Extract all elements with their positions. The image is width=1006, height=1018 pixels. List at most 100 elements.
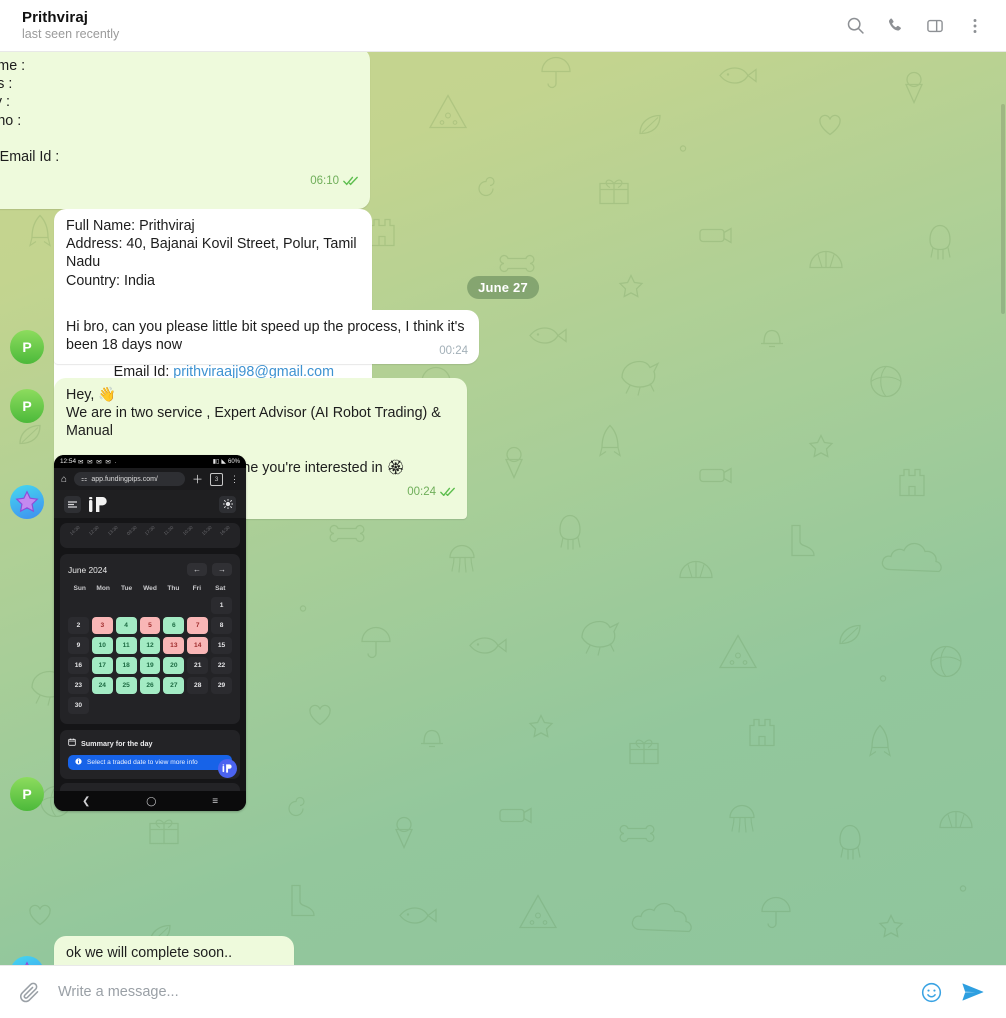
message-bubble[interactable]: ok we will complete soon.. 00:25 [54,936,294,965]
new-tab-icon[interactable]: ＋ [192,471,203,487]
home-icon[interactable]: ⌂ [61,474,67,485]
message-line: Full Name: Prithviraj [66,218,195,234]
calendar-day-cell[interactable]: 2 [68,617,89,634]
calendar-day-cell[interactable]: 23 [68,677,89,694]
sidebar-panel-icon[interactable] [924,15,946,37]
calendar-day-cell[interactable]: 21 [187,657,209,674]
calendar-day-cell[interactable]: 11 [115,637,137,654]
calendar-day-cell[interactable]: 15 [211,637,232,654]
weekday-label: Fri [192,585,202,592]
calendar-day-cell[interactable]: 25 [115,677,137,694]
chat-header: Prithviraj last seen recently [0,0,1006,52]
x-tick: 09:30 [125,524,138,537]
calendar-day-cell[interactable]: 5 [139,617,161,634]
calendar-cell-empty [211,697,232,714]
signal-icon: ▮▯ [212,459,220,465]
calendar-day-cell[interactable]: 14 [187,637,209,654]
calendar-day-cell[interactable]: 30 [68,697,89,714]
calendar-cell-empty [187,597,208,614]
calendar-day-cell[interactable]: 29 [211,677,232,694]
weekday-label: Thu [167,585,180,592]
avatar-p[interactable]: P [10,777,44,811]
calendar-next-month-arrow-icon[interactable]: → [212,563,232,576]
calendar-day-cell[interactable]: 7 [187,617,209,634]
calendar-day-cell[interactable]: 13 [163,637,185,654]
calendar-day-cell[interactable]: 26 [139,677,161,694]
phone-icon[interactable] [884,15,906,37]
calendar-day-cell[interactable]: 16 [68,657,89,674]
attach-paperclip-icon[interactable] [16,979,42,1005]
summary-info-banner[interactable]: Select a traded date to view more info [68,755,232,770]
calendar-day-cell[interactable]: 17 [91,657,113,674]
message-input[interactable] [56,983,904,1001]
calendar-day-cell[interactable]: 28 [187,677,209,694]
calendar-day-cell[interactable]: 19 [139,657,161,674]
avatar-star[interactable] [10,956,44,965]
chat-message-area[interactable]: Full Name : Address : Country : Phone no… [0,52,1006,965]
calendar-day-cell[interactable]: 22 [211,657,232,674]
calendar-day-cell[interactable]: 8 [211,617,232,634]
calendar-day-cell[interactable]: 18 [115,657,137,674]
page-title: Prithviraj [22,9,89,26]
support-chat-fab-icon[interactable] [218,759,237,778]
read-receipt-double-check-icon [343,176,359,187]
star-icon [25,961,29,965]
message-line: Address : [0,76,13,93]
calendar-day-cell[interactable]: 6 [163,617,185,634]
weekday-label: Sun [73,585,86,592]
theme-toggle-sun-icon[interactable] [219,495,236,513]
calendar-day-cell[interactable]: 9 [68,637,89,654]
message-row-incoming-screenshot: P 12:54 ✉ ✉ ✉ ✉ · ▮▯ ◣ 60% ⌂ ⚏ app.fundi… [10,455,246,811]
emoji-picker-icon[interactable] [918,979,944,1005]
browser-menu-icon[interactable]: ⋮ [230,474,239,485]
trading-calendar-card[interactable]: June 2024 ← → Sun Mon Tue Wed Thu Fri Sa… [60,554,240,724]
calendar-day-cell[interactable]: 24 [91,677,113,694]
hamburger-menu-icon[interactable] [64,495,81,513]
tab-count-badge[interactable]: 3 [210,472,223,486]
attached-screenshot-image[interactable]: 12:54 ✉ ✉ ✉ ✉ · ▮▯ ◣ 60% ⌂ ⚏ app.funding… [54,455,246,811]
message-text: Hi bro, can you please little bit speed … [66,319,469,354]
message-text: ok we will complete soon.. [66,945,233,961]
calendar-cell-empty [68,597,89,614]
fundingpips-page-body: 14:30 12:30 13:30 09:30 17:30 11:30 10:3… [54,518,246,791]
message-line-text: Email Id : [0,149,60,166]
calendar-cell-empty [92,597,113,614]
calendar-day-cell[interactable]: 10 [91,637,113,654]
search-icon[interactable] [844,15,866,37]
calendar-cell-empty [92,697,113,714]
avatar-initial: P [22,786,32,802]
message-line: Address: 40, Bajanai Kovil Street, Polur… [66,236,361,271]
recents-nav-icon[interactable]: ≡ [212,796,218,807]
chat-header-titles[interactable]: Prithviraj last seen recently [22,9,844,42]
calendar-prev-month-arrow-icon[interactable]: ← [187,563,207,576]
calendar-day-cell[interactable]: 3 [91,617,113,634]
message-line: Country: India [66,272,156,289]
calendar-nav: ← → [187,563,232,576]
send-message-button[interactable] [958,977,988,1007]
equity-chart-card[interactable]: 14:30 12:30 13:30 09:30 17:30 11:30 10:3… [60,523,240,548]
message-bubble[interactable]: Hi bro, can you please little bit speed … [54,310,479,365]
message-line: Full Name : [0,58,26,74]
calendar-day-cell[interactable]: 20 [163,657,185,674]
calendar-day-grid[interactable]: 1 2 3 4 5 6 7 8 9 10 11 12 13 14 15 16 17 18 19 20 21 22 23 24 2… [68,597,232,714]
message-bubble[interactable]: Full Name : Address : Country : Phone no… [0,52,370,209]
chat-scrollbar[interactable] [1001,104,1005,314]
calendar-day-cell[interactable]: 27 [163,677,185,694]
android-navigation-bar: ❮ ◯ ≡ [54,791,246,811]
back-nav-icon[interactable]: ❮ [82,796,90,807]
fundingpips-logo-icon [89,496,109,512]
browser-url-bar[interactable]: ⚏ app.fundingpips.com/ [74,472,185,486]
more-vertical-icon[interactable] [964,15,986,37]
message-row-outgoing-complete: ok we will complete soon.. 00:25 [10,936,294,965]
phone-status-bar: 12:54 ✉ ✉ ✉ ✉ · ▮▯ ◣ 60% [54,455,246,468]
message-meta: 00:24 [407,483,456,501]
calendar-cell-empty [116,597,137,614]
notification-icons: ✉ ✉ ✉ ✉ · [78,458,118,466]
calendar-day-cell[interactable]: 1 [211,597,232,614]
phone-clock: 12:54 [60,458,76,465]
calendar-day-cell[interactable]: 12 [139,637,161,654]
x-tick: 15:30 [200,524,213,537]
calendar-day-cell[interactable]: 4 [115,617,137,634]
avatar-p[interactable]: P [10,330,44,365]
home-nav-icon[interactable]: ◯ [146,796,156,807]
